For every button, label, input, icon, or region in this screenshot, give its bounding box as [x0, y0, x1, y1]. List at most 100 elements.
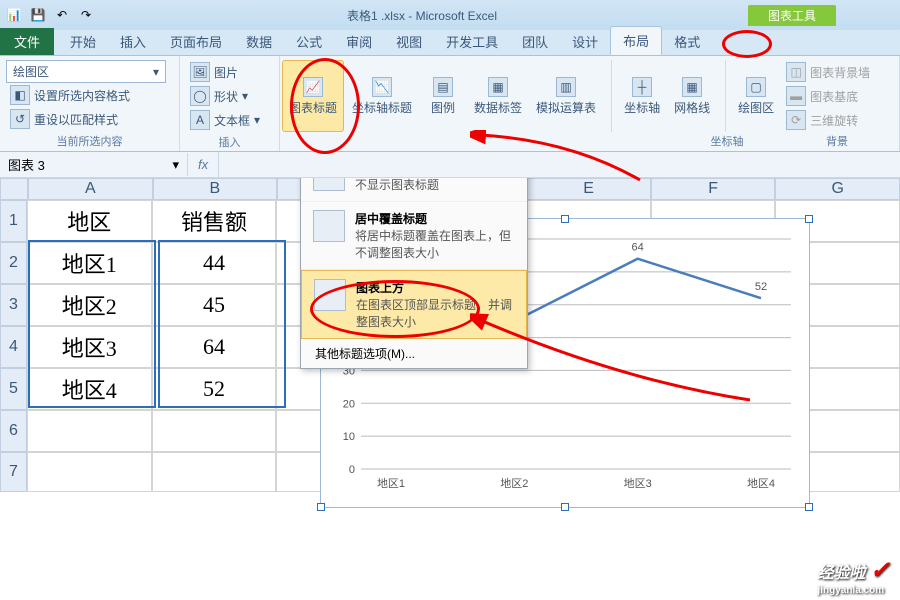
row-header[interactable]: 6: [0, 410, 27, 452]
chart-tools-contextual: 图表工具: [748, 5, 836, 26]
insert-picture-button[interactable]: 🖼图片: [186, 60, 273, 84]
axes-icon: ┼: [632, 77, 652, 97]
plot-area-button[interactable]: ▢绘图区: [732, 60, 780, 132]
formula-bar[interactable]: [218, 152, 900, 177]
svg-text:0: 0: [349, 464, 355, 476]
data-table-label: 模拟运算表: [536, 99, 596, 116]
axis-title-icon: 📉: [372, 77, 392, 97]
wall-label: 图表背景墙: [810, 64, 870, 81]
resize-handle[interactable]: [317, 503, 325, 511]
worksheet-area: A B C D E F G 1地区销售额2地区1443地区2454地区3645地…: [0, 178, 900, 598]
reset-style-button[interactable]: ↺重设以匹配样式: [6, 107, 173, 131]
dropdown-icon: ▾: [172, 157, 179, 173]
cell[interactable]: [27, 410, 152, 452]
col-header-g[interactable]: G: [775, 178, 900, 200]
row-header[interactable]: 7: [0, 452, 27, 492]
select-all-corner[interactable]: [0, 178, 28, 200]
reset-style-label: 重设以匹配样式: [34, 111, 118, 128]
cell[interactable]: 地区4: [27, 368, 152, 410]
insert-textbox-button[interactable]: A文本框▾: [186, 108, 273, 132]
row-header[interactable]: 5: [0, 368, 27, 410]
rotation-label: 三维旋转: [810, 112, 858, 129]
cell[interactable]: 销售额: [152, 200, 277, 242]
resize-handle[interactable]: [805, 215, 813, 223]
dd-above-title: 图表上方: [356, 279, 514, 296]
redo-icon[interactable]: ↷: [76, 5, 96, 25]
dd-overlay-title: 居中覆盖标题: [355, 210, 515, 227]
resize-handle[interactable]: [805, 503, 813, 511]
row-header[interactable]: 4: [0, 326, 27, 368]
watermark-brand: 经验啦: [817, 565, 865, 582]
tab-view[interactable]: 视图: [384, 28, 434, 55]
row-header[interactable]: 3: [0, 284, 27, 326]
plot-area-label: 绘图区: [738, 99, 774, 116]
axis-title-button[interactable]: 📉坐标轴标题: [346, 60, 418, 132]
undo-icon[interactable]: ↶: [52, 5, 72, 25]
tab-page-layout[interactable]: 页面布局: [158, 28, 234, 55]
tab-formula[interactable]: 公式: [284, 28, 334, 55]
tab-chart-format[interactable]: 格式: [662, 28, 712, 55]
format-icon: ◧: [10, 85, 30, 105]
insert-shape-button[interactable]: ◯形状▾: [186, 84, 273, 108]
cell[interactable]: 地区3: [27, 326, 152, 368]
format-selection-button[interactable]: ◧设置所选内容格式: [6, 83, 173, 107]
col-header-f[interactable]: F: [651, 178, 776, 200]
cell[interactable]: 52: [152, 368, 277, 410]
name-box[interactable]: 图表 3 ▾: [0, 153, 188, 176]
cell[interactable]: 64: [152, 326, 277, 368]
chart-wall-button: ◫图表背景墙: [782, 60, 874, 84]
chart-title-button[interactable]: 📈图表标题: [282, 60, 344, 132]
tab-dev[interactable]: 开发工具: [434, 28, 510, 55]
resize-handle[interactable]: [561, 503, 569, 511]
gridlines-button[interactable]: ▦网格线: [668, 60, 716, 132]
tab-home[interactable]: 开始: [58, 28, 108, 55]
tab-chart-design[interactable]: 设计: [560, 28, 610, 55]
name-box-value: 图表 3: [8, 155, 45, 174]
document-title: 表格1 .xlsx - Microsoft Excel: [96, 7, 748, 24]
floor-label: 图表基底: [810, 88, 858, 105]
tab-data[interactable]: 数据: [234, 28, 284, 55]
gridlines-icon: ▦: [682, 77, 702, 97]
row-header[interactable]: 2: [0, 242, 27, 284]
resize-handle[interactable]: [561, 215, 569, 223]
axes-button[interactable]: ┼坐标轴: [618, 60, 666, 132]
fx-icon[interactable]: fx: [188, 157, 218, 172]
row-header[interactable]: 1: [0, 200, 27, 242]
tab-chart-layout[interactable]: 布局: [610, 26, 662, 55]
tab-team[interactable]: 团队: [510, 28, 560, 55]
dropdown-item-overlay[interactable]: 居中覆盖标题将居中标题覆盖在图表上，但不调整图表大小: [301, 202, 527, 270]
col-header-a[interactable]: A: [28, 178, 153, 200]
ribbon-tabs: 文件 开始 插入 页面布局 数据 公式 审阅 视图 开发工具 团队 设计 布局 …: [0, 30, 900, 56]
dd-above-desc: 在图表区顶部显示标题，并调整图表大小: [356, 296, 514, 330]
data-table-button[interactable]: ▥模拟运算表: [530, 60, 602, 132]
cell[interactable]: 45: [152, 284, 277, 326]
cell[interactable]: [27, 452, 152, 492]
cell[interactable]: 地区1: [27, 242, 152, 284]
save-icon[interactable]: 💾: [28, 5, 48, 25]
quick-access-toolbar: 📊 💾 ↶ ↷: [4, 5, 96, 25]
textbox-icon: A: [190, 110, 210, 130]
excel-icon: 📊: [4, 5, 24, 25]
tab-insert[interactable]: 插入: [108, 28, 158, 55]
watermark: 经验啦 ✓ jingyanla.com: [817, 556, 890, 596]
data-labels-button[interactable]: ▦数据标签: [468, 60, 528, 132]
col-header-b[interactable]: B: [153, 178, 278, 200]
cell[interactable]: 地区: [27, 200, 152, 242]
dropdown-item-above[interactable]: 图表上方在图表区顶部显示标题，并调整图表大小: [301, 270, 527, 339]
dropdown-item-more[interactable]: 其他标题选项(M)...: [301, 339, 527, 368]
cell[interactable]: [152, 452, 277, 492]
legend-button[interactable]: ▤图例: [420, 60, 466, 132]
cell[interactable]: 44: [152, 242, 277, 284]
group-axes: 坐标轴: [677, 133, 777, 149]
data-labels-label: 数据标签: [474, 99, 522, 116]
dropdown-item-none[interactable]: 无不显示图表标题: [301, 178, 527, 202]
group-background: 背景: [777, 133, 897, 149]
tab-review[interactable]: 审阅: [334, 28, 384, 55]
cell[interactable]: [152, 410, 277, 452]
cell[interactable]: 地区2: [27, 284, 152, 326]
tab-file[interactable]: 文件: [0, 28, 54, 55]
chart-title-icon: 📈: [303, 77, 323, 97]
chart-element-selector[interactable]: 绘图区▾: [6, 60, 166, 83]
col-header-e[interactable]: E: [526, 178, 651, 200]
overlay-icon: [313, 210, 345, 242]
